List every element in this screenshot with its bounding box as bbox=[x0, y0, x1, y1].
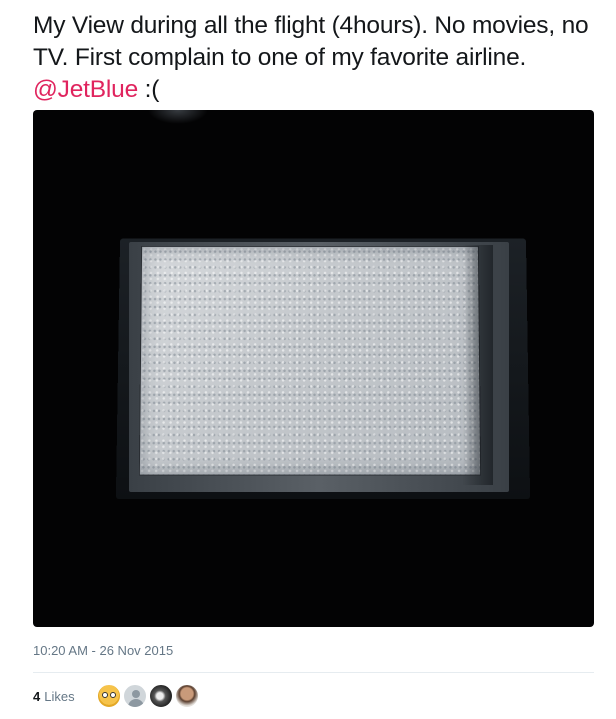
window-pane bbox=[138, 245, 482, 476]
avatar-default[interactable] bbox=[122, 684, 147, 708]
liker-avatars bbox=[96, 684, 199, 708]
tweet-text: My View during all the flight (4hours). … bbox=[33, 10, 603, 106]
avatar-person-photo[interactable] bbox=[174, 684, 199, 708]
likes-label: Likes bbox=[44, 688, 75, 704]
avatar-dark-photo[interactable] bbox=[148, 684, 173, 708]
mention-link[interactable]: @JetBlue bbox=[33, 76, 138, 103]
likes-count: 4 bbox=[33, 688, 41, 704]
likes-row[interactable]: 4 Likes bbox=[33, 681, 199, 711]
divider bbox=[33, 672, 594, 673]
window-shadow bbox=[463, 245, 493, 485]
avatar-yellow-cartoon[interactable] bbox=[96, 684, 121, 708]
ceiling-light bbox=[148, 110, 208, 124]
tweet-photo[interactable] bbox=[33, 110, 594, 627]
tweet-emoticon: :( bbox=[144, 76, 160, 103]
tweet-body: My View during all the flight (4hours). … bbox=[33, 12, 589, 71]
tweet-timestamp[interactable]: 10:20 AM - 26 Nov 2015 bbox=[33, 643, 173, 658]
